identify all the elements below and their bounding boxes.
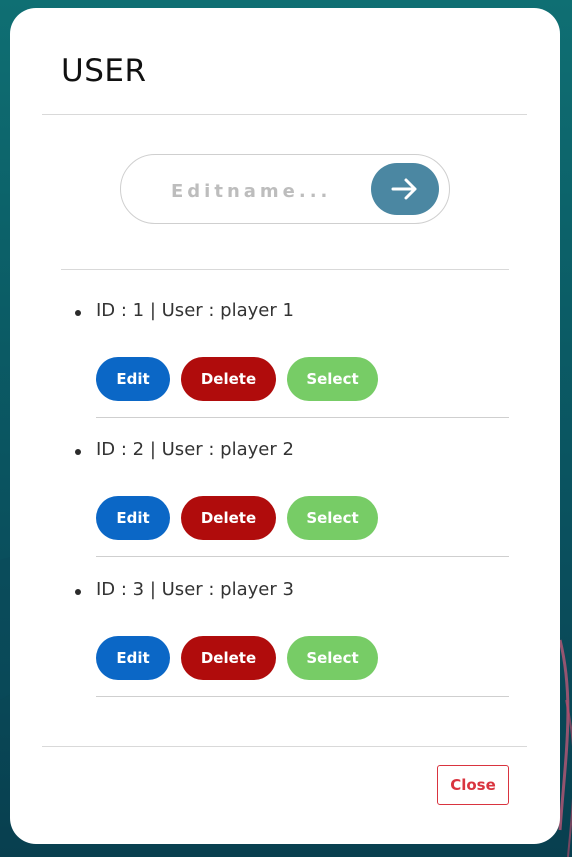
close-button[interactable]: Close xyxy=(437,765,509,805)
user-entry-text: ID : 2 | User : player 2 xyxy=(96,439,294,460)
edit-button[interactable]: Edit xyxy=(96,496,170,540)
list-item: ID : 3 | User : player 3 Edit Delete Sel… xyxy=(10,569,560,709)
user-modal: USER ID : 1 | User : player 1 Edit Delet… xyxy=(10,8,560,844)
edit-button[interactable]: Edit xyxy=(96,636,170,680)
user-entry-text: ID : 1 | User : player 1 xyxy=(96,300,294,321)
delete-button[interactable]: Delete xyxy=(181,636,276,680)
list-top-divider xyxy=(61,269,509,270)
bullet xyxy=(75,449,81,455)
arrow-right-icon xyxy=(391,178,417,200)
list-item: ID : 1 | User : player 1 Edit Delete Sel… xyxy=(10,290,560,430)
bullet xyxy=(75,310,81,316)
list-item: ID : 2 | User : player 2 Edit Delete Sel… xyxy=(10,429,560,569)
item-divider xyxy=(96,556,509,557)
item-divider xyxy=(96,696,509,697)
submit-button[interactable] xyxy=(371,163,439,215)
header-divider xyxy=(42,114,527,115)
user-entry-text: ID : 3 | User : player 3 xyxy=(96,579,294,600)
item-divider xyxy=(96,417,509,418)
bullet xyxy=(75,589,81,595)
footer-divider xyxy=(42,746,527,747)
delete-button[interactable]: Delete xyxy=(181,496,276,540)
edit-button[interactable]: Edit xyxy=(96,357,170,401)
edit-name-input[interactable] xyxy=(169,175,363,207)
edit-name-form xyxy=(120,154,450,224)
select-button[interactable]: Select xyxy=(287,636,378,680)
select-button[interactable]: Select xyxy=(287,496,378,540)
modal-title: USER xyxy=(61,53,147,89)
delete-button[interactable]: Delete xyxy=(181,357,276,401)
select-button[interactable]: Select xyxy=(287,357,378,401)
